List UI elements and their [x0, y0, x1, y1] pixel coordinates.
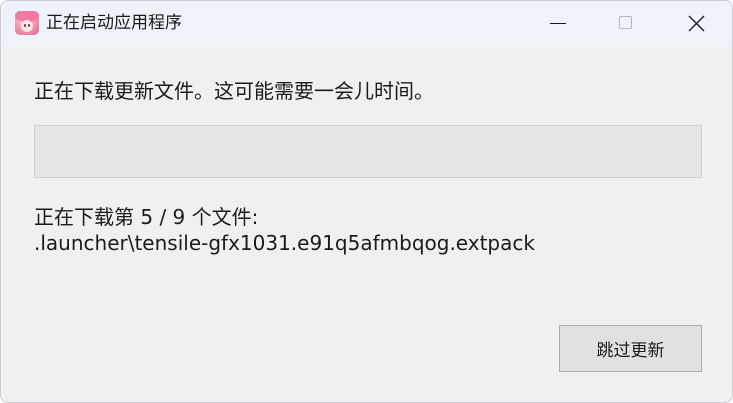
- close-button[interactable]: [674, 1, 720, 46]
- app-icon: [15, 11, 39, 35]
- maximize-icon: [619, 16, 632, 29]
- launcher-window: 正在启动应用程序 正在下载更新文件。这可能需要一会儿时间。 正在下载第 5 / …: [0, 0, 733, 403]
- window-title: 正在启动应用程序: [46, 13, 182, 33]
- close-icon: [688, 15, 705, 32]
- download-progress-bar: [34, 125, 702, 178]
- maximize-button: [603, 1, 649, 46]
- file-counter-text: 正在下载第 5 / 9 个文件:: [34, 205, 259, 229]
- download-message: 正在下载更新文件。这可能需要一会儿时间。: [34, 79, 434, 103]
- download-status: 正在下载第 5 / 9 个文件: .launcher\tensile-gfx10…: [34, 204, 535, 256]
- file-path-text: .launcher\tensile-gfx1031.e91q5afmbqog.e…: [34, 231, 535, 255]
- title-bar[interactable]: 正在启动应用程序: [1, 1, 732, 46]
- minimize-button[interactable]: [535, 1, 581, 46]
- minimize-icon: [550, 23, 566, 24]
- skip-update-button[interactable]: 跳过更新: [559, 325, 702, 372]
